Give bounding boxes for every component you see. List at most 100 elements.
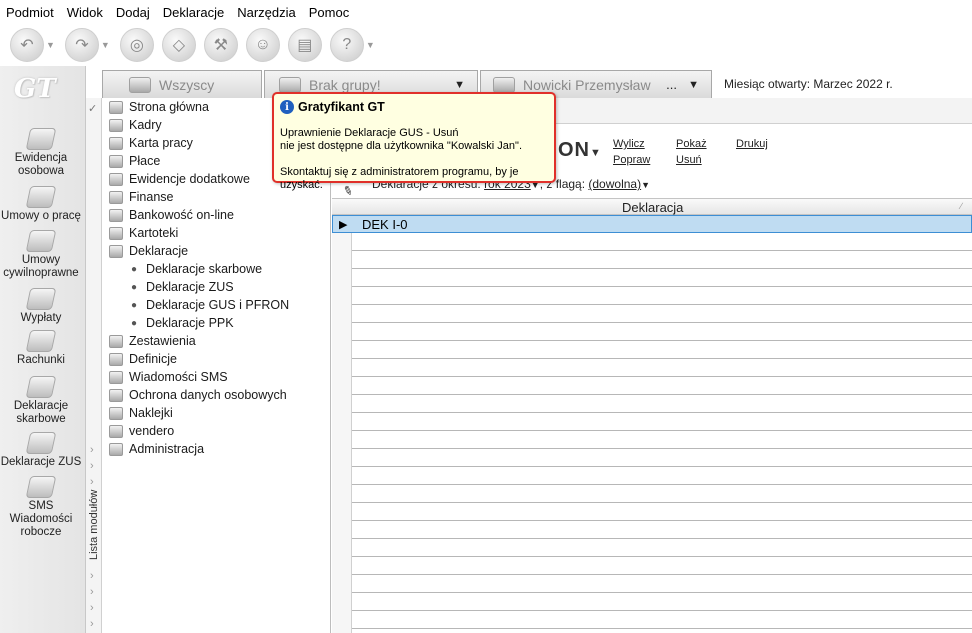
wylicz-link[interactable]: Wylicz <box>613 138 645 150</box>
nav-ewidencja-osobowa[interactable]: Ewidencja osobowa <box>0 128 82 178</box>
permission-tooltip: i Gratyfikant GT Uprawnienie Deklaracje G… <box>272 92 556 191</box>
tree-item-place[interactable]: Płace <box>103 152 160 170</box>
people-icon <box>129 76 151 93</box>
tools-icon[interactable]: ⚒ <box>203 28 238 62</box>
nav-deklaracje-zus[interactable]: Deklaracje ZUS <box>0 432 82 469</box>
tree-item-definicje[interactable]: Definicje <box>103 350 177 368</box>
chevron-right-icon[interactable]: › <box>90 586 94 598</box>
nav-deklaracje-skarbowe[interactable]: Deklaracje skarbowe <box>0 376 82 426</box>
sticker-icon <box>109 406 123 420</box>
nav-wyplaty[interactable]: Wypłaty <box>0 288 82 325</box>
tree-item-vendero[interactable]: vendero <box>103 422 174 440</box>
left-nav: GT Ewidencja osobowa Umowy o pracę Umowy… <box>0 66 86 633</box>
tab-wszyscy[interactable]: Wszyscy <box>102 70 262 98</box>
module-splitter[interactable]: ✓ › › › › Lista modułów › › › › <box>86 98 102 633</box>
nav-umowy-cywilnoprawne[interactable]: Umowy cywilnoprawne <box>0 230 82 280</box>
chevron-right-icon[interactable]: › <box>90 570 94 582</box>
column-deklaracja[interactable]: Deklaracja <box>622 200 683 215</box>
sort-icon[interactable]: ∕ <box>960 201 962 211</box>
chevron-right-icon[interactable]: › <box>90 618 94 630</box>
payout-icon <box>25 288 57 310</box>
printer-icon[interactable]: ▤ <box>287 28 322 62</box>
tree-item-deklaracje-zus[interactable]: ● Deklaracje ZUS <box>125 278 234 296</box>
drukuj-link[interactable]: Drukuj <box>736 138 768 150</box>
tooltip-line-3: Skontaktuj się z administratorem program… <box>280 166 519 191</box>
bank-icon <box>109 208 123 222</box>
wallet-icon <box>109 154 123 168</box>
chevron-down-icon[interactable]: ▼ <box>366 40 375 50</box>
person-icon <box>493 76 515 93</box>
toolbar: ↶ ▼ ↷ ▼ ◎ ◇ ⚒ ☺ ▤ ? ▼ <box>0 24 972 66</box>
chevron-down-icon[interactable]: ▼ <box>101 40 110 50</box>
menu-podmiot[interactable]: Podmiot <box>6 5 54 20</box>
info-icon: i <box>280 100 294 114</box>
users-icon[interactable]: ☺ <box>245 28 280 62</box>
tree-item-finanse[interactable]: Finanse <box>103 188 173 206</box>
pin-icon[interactable]: ✓ <box>88 102 97 115</box>
back-icon[interactable]: ↶ <box>10 28 44 62</box>
pokaz-link[interactable]: Pokaż <box>676 138 707 150</box>
contract-icon <box>25 186 57 208</box>
page-title-fragment: ON▼ <box>558 139 602 161</box>
tree-item-naklejki[interactable]: Naklejki <box>103 404 173 422</box>
tree-item-zestawienia[interactable]: Zestawienia <box>103 332 196 350</box>
tree-item-ewidencje-dodatkowe[interactable]: Ewidencje dodatkowe <box>103 170 250 188</box>
chevron-right-icon[interactable]: › <box>90 444 94 456</box>
folder-icon <box>109 226 123 240</box>
grid-rows[interactable] <box>352 215 972 633</box>
tree-item-deklaracje-gus-pfron[interactable]: ● Deklaracje GUS i PFRON <box>125 296 289 314</box>
tree-item-deklaracje-skarbowe[interactable]: ● Deklaracje skarbowe <box>125 260 262 278</box>
popraw-link[interactable]: Popraw <box>613 154 650 166</box>
civil-contract-icon <box>25 230 57 252</box>
menu-pomoc[interactable]: Pomoc <box>309 5 349 20</box>
tree-item-karta-pracy[interactable]: Karta pracy <box>103 134 193 152</box>
tree-item-bankowosc[interactable]: Bankowość on-line <box>103 206 234 224</box>
tab-person-more[interactable]: ... <box>666 77 677 92</box>
tooltip-title: Gratyfikant GT <box>298 100 385 114</box>
menu-dodaj[interactable]: Dodaj <box>116 5 150 20</box>
month-open: Miesiąc otwarty: Marzec 2022 r. <box>724 77 893 91</box>
chevron-right-icon[interactable]: › <box>90 476 94 488</box>
help-icon[interactable]: ? <box>329 28 364 62</box>
grid-header[interactable]: Deklaracja ∕ <box>332 198 972 215</box>
people-icon <box>109 118 123 132</box>
chevron-right-icon[interactable]: › <box>90 460 94 472</box>
tree-item-wiadomosci-sms[interactable]: Wiadomości SMS <box>103 368 228 386</box>
chevron-down-icon[interactable]: ▼ <box>454 79 465 91</box>
menu-narzedzia[interactable]: Narzędzia <box>237 5 296 20</box>
eraser-icon[interactable]: ◇ <box>161 28 196 62</box>
chevron-down-icon[interactable]: ▼ <box>688 79 699 91</box>
chevron-down-icon[interactable]: ▼ <box>46 40 55 50</box>
tree-item-kartoteki[interactable]: Kartoteki <box>103 224 178 242</box>
coins-icon[interactable]: ◎ <box>119 28 154 62</box>
forward-icon[interactable]: ↷ <box>64 28 99 62</box>
nav-rachunki[interactable]: Rachunki <box>0 330 82 367</box>
chevron-down-icon[interactable]: ▼ <box>590 147 602 159</box>
usun-link[interactable]: Usuń <box>676 154 702 166</box>
menu-deklaracje[interactable]: Deklaracje <box>163 5 224 20</box>
flag-select[interactable]: (dowolna) <box>588 177 641 191</box>
menu-bar: Podmiot Widok Dodaj Deklaracje Narzędzia… <box>0 0 972 24</box>
chevron-right-icon[interactable]: › <box>90 602 94 614</box>
tree-item-ochrona-danych[interactable]: Ochrona danych osobowych <box>103 386 287 404</box>
nav-sms[interactable]: SMS Wiadomości robocze <box>0 476 82 539</box>
bill-icon <box>25 330 57 352</box>
tree-item-kadry[interactable]: Kadry <box>103 116 162 134</box>
bullet-icon: ● <box>131 317 138 329</box>
modules-label: Lista modułów <box>88 489 100 560</box>
tree-item-deklaracje-ppk[interactable]: ● Deklaracje PPK <box>125 314 234 332</box>
tree-item-administracja[interactable]: Administracja <box>103 440 204 458</box>
group-icon <box>279 76 301 93</box>
chevron-down-icon[interactable]: ▼ <box>641 180 650 190</box>
tree-item-strona-glowna[interactable]: Strona główna <box>103 98 209 116</box>
sms-icon <box>109 370 123 384</box>
tooltip-line-1: Uprawnienie Deklaracje GUS - Usuń <box>280 127 459 139</box>
table-row[interactable]: ▶ DEK I-0 <box>332 215 972 233</box>
tooltip-line-2: nie jest dostępne dla użytkownika "Kowal… <box>280 140 522 152</box>
table-cell[interactable]: DEK I-0 <box>362 217 408 232</box>
zus-icon <box>25 432 57 454</box>
gt-logo: GT <box>14 74 56 104</box>
nav-umowy-o-prace[interactable]: Umowy o pracę <box>0 186 82 223</box>
menu-widok[interactable]: Widok <box>67 5 103 20</box>
tree-item-deklaracje[interactable]: Deklaracje <box>103 242 188 260</box>
